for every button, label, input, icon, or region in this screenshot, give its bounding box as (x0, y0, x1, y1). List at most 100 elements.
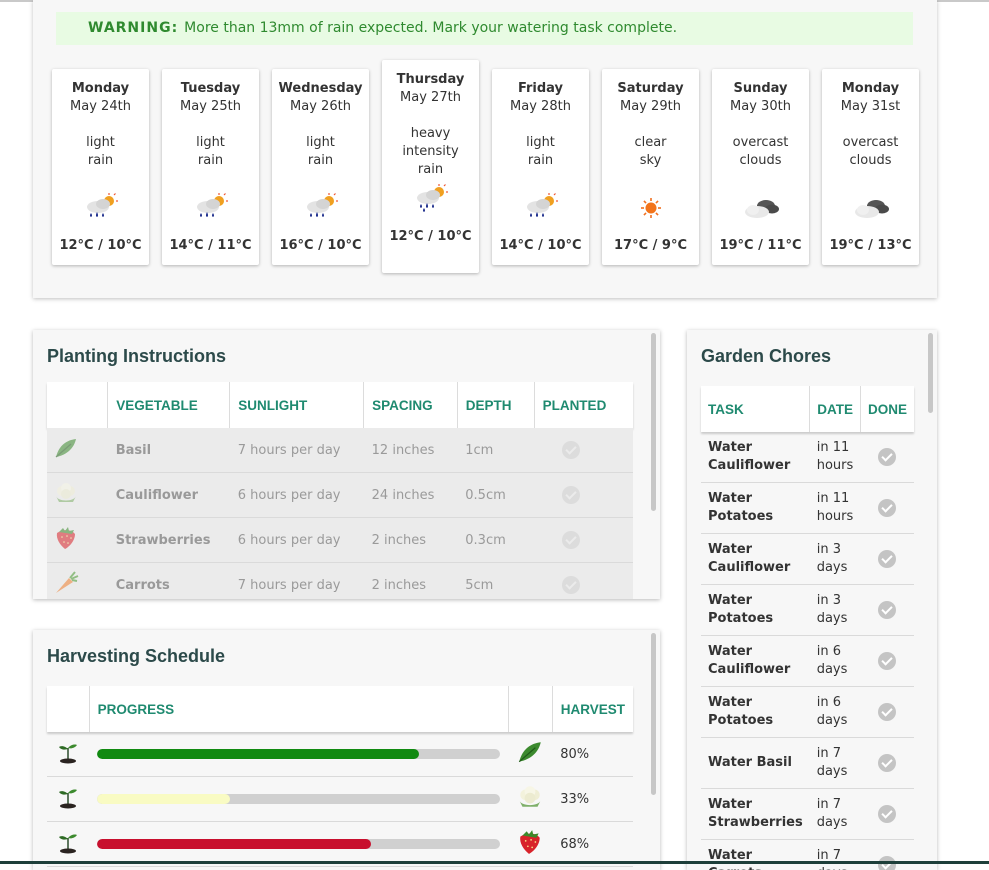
forecast-day-name: Wednesday (272, 80, 369, 98)
planting-scrollbar[interactable] (651, 333, 656, 511)
table-row: Basil7 hours per day12 inches1cm (47, 428, 633, 473)
table-row: 80% (47, 732, 633, 777)
seedling-icon (47, 777, 89, 822)
table-row: Water Cauliflowerin 11 hours (701, 432, 914, 483)
forecast-description: clearsky (602, 134, 699, 188)
harvest-scrollbar[interactable] (651, 633, 656, 795)
task-header[interactable]: TASK (701, 386, 810, 432)
forecast-day-name: Friday (492, 80, 589, 98)
chore-task: Water Carrots (701, 840, 810, 870)
cauliflower-icon (508, 777, 552, 822)
forecast-description: overcastclouds (822, 134, 919, 188)
forecast-desc-word: sky (602, 152, 699, 170)
forecast-date: May 29th (602, 98, 699, 116)
done-cell (860, 432, 914, 483)
depth-value: 5cm (457, 563, 534, 600)
forecast-day-name: Tuesday (162, 80, 259, 98)
done-check-icon[interactable] (878, 601, 896, 619)
heavy-rain-icon (382, 179, 479, 219)
chore-date: in 6 days (810, 636, 861, 687)
chore-date: in 6 days (810, 687, 861, 738)
sunlight-header[interactable]: SUNLIGHT (230, 382, 364, 428)
forecast-desc-word: rain (492, 152, 589, 170)
forecast-date: May 31st (822, 98, 919, 116)
done-check-icon[interactable] (878, 652, 896, 670)
seedling-icon (47, 822, 89, 867)
forecast-temperature: 17°C / 9°C (602, 238, 699, 253)
forecast-desc-word: rain (52, 152, 149, 170)
chore-date: in 7 days (810, 789, 861, 840)
weather-card: WARNING:More than 13mm of rain expected.… (33, 0, 937, 298)
done-cell (860, 840, 914, 870)
strawberry-icon (47, 518, 108, 563)
planted-check-icon[interactable] (562, 576, 580, 594)
forecast-desc-word: light (162, 134, 259, 152)
forecast-day-card: SundayMay 30thovercastclouds19°C / 11°C (712, 69, 809, 265)
forecast-day-name: Monday (822, 80, 919, 98)
forecast-day-card: SaturdayMay 29thclearsky17°C / 9°C (602, 69, 699, 265)
harvest-header[interactable]: HARVEST (552, 686, 633, 732)
table-row: Water Potatoesin 3 days (701, 585, 914, 636)
depth-header[interactable]: DEPTH (457, 382, 534, 428)
planted-header[interactable]: PLANTED (534, 382, 633, 428)
table-row: Cauliflower6 hours per day24 inches0.5cm (47, 473, 633, 518)
vegetable-name: Basil (108, 428, 230, 473)
forecast-date: May 27th (382, 89, 479, 107)
forecast-description: lightrain (162, 134, 259, 188)
planted-cell (534, 473, 633, 518)
progress-bar-fill (97, 839, 371, 849)
progress-bar-fill (97, 794, 230, 804)
planting-instructions-panel: Planting Instructions VEGETABLE SUNLIGHT… (33, 330, 660, 599)
done-cell (860, 534, 914, 585)
forecast-date: May 25th (162, 98, 259, 116)
forecast-desc-word: heavy (382, 125, 479, 143)
depth-value: 1cm (457, 428, 534, 473)
sun-icon (602, 188, 699, 228)
done-cell (860, 636, 914, 687)
chores-scrollbar[interactable] (928, 333, 933, 413)
sunlight-value: 6 hours per day (230, 473, 364, 518)
done-check-icon[interactable] (878, 754, 896, 772)
sunlight-value: 7 hours per day (230, 428, 364, 473)
spacing-header[interactable]: SPACING (364, 382, 458, 428)
done-check-icon[interactable] (878, 805, 896, 823)
done-check-icon[interactable] (878, 550, 896, 568)
chore-date: in 3 days (810, 534, 861, 585)
spacing-value: 2 inches (364, 563, 458, 600)
vegetable-name: Carrots (108, 563, 230, 600)
forecast-day-card: MondayMay 31stovercastclouds19°C / 13°C (822, 69, 919, 265)
planted-check-icon[interactable] (562, 486, 580, 504)
forecast-desc-word: overcast (822, 134, 919, 152)
progress-cell (89, 732, 508, 777)
progress-cell (89, 777, 508, 822)
forecast-desc-word: rain (272, 152, 369, 170)
icon-column-header (47, 686, 89, 732)
warning-label: WARNING: (88, 20, 178, 36)
forecast-desc-word: light (272, 134, 369, 152)
forecast-day-name: Monday (52, 80, 149, 98)
planted-cell (534, 563, 633, 600)
spacing-value: 2 inches (364, 518, 458, 563)
vegetable-header[interactable]: VEGETABLE (108, 382, 230, 428)
light-rain-icon (52, 188, 149, 228)
done-check-icon[interactable] (878, 499, 896, 517)
planting-table: VEGETABLE SUNLIGHT SPACING DEPTH PLANTED… (47, 382, 633, 599)
table-row: 68% (47, 822, 633, 867)
garden-chores-panel: Garden Chores TASK DATE DONE Water Cauli… (687, 330, 937, 870)
done-header[interactable]: DONE (860, 386, 914, 432)
chore-task: Water Cauliflower (701, 636, 810, 687)
planted-check-icon[interactable] (562, 531, 580, 549)
forecast-desc-word: clouds (822, 152, 919, 170)
done-check-icon[interactable] (878, 703, 896, 721)
done-check-icon[interactable] (878, 448, 896, 466)
light-rain-icon (162, 188, 259, 228)
chore-task: Water Potatoes (701, 687, 810, 738)
forecast-description: lightrain (492, 134, 589, 188)
forecast-temperature: 14°C / 11°C (162, 238, 259, 253)
progress-header[interactable]: PROGRESS (89, 686, 508, 732)
date-header[interactable]: DATE (810, 386, 861, 432)
forecast-temperature: 19°C / 11°C (712, 238, 809, 253)
planted-check-icon[interactable] (562, 441, 580, 459)
forecast-day-card: ThursdayMay 27thheavyintensityrain12°C /… (382, 60, 479, 273)
forecast-description: heavyintensityrain (382, 125, 479, 179)
